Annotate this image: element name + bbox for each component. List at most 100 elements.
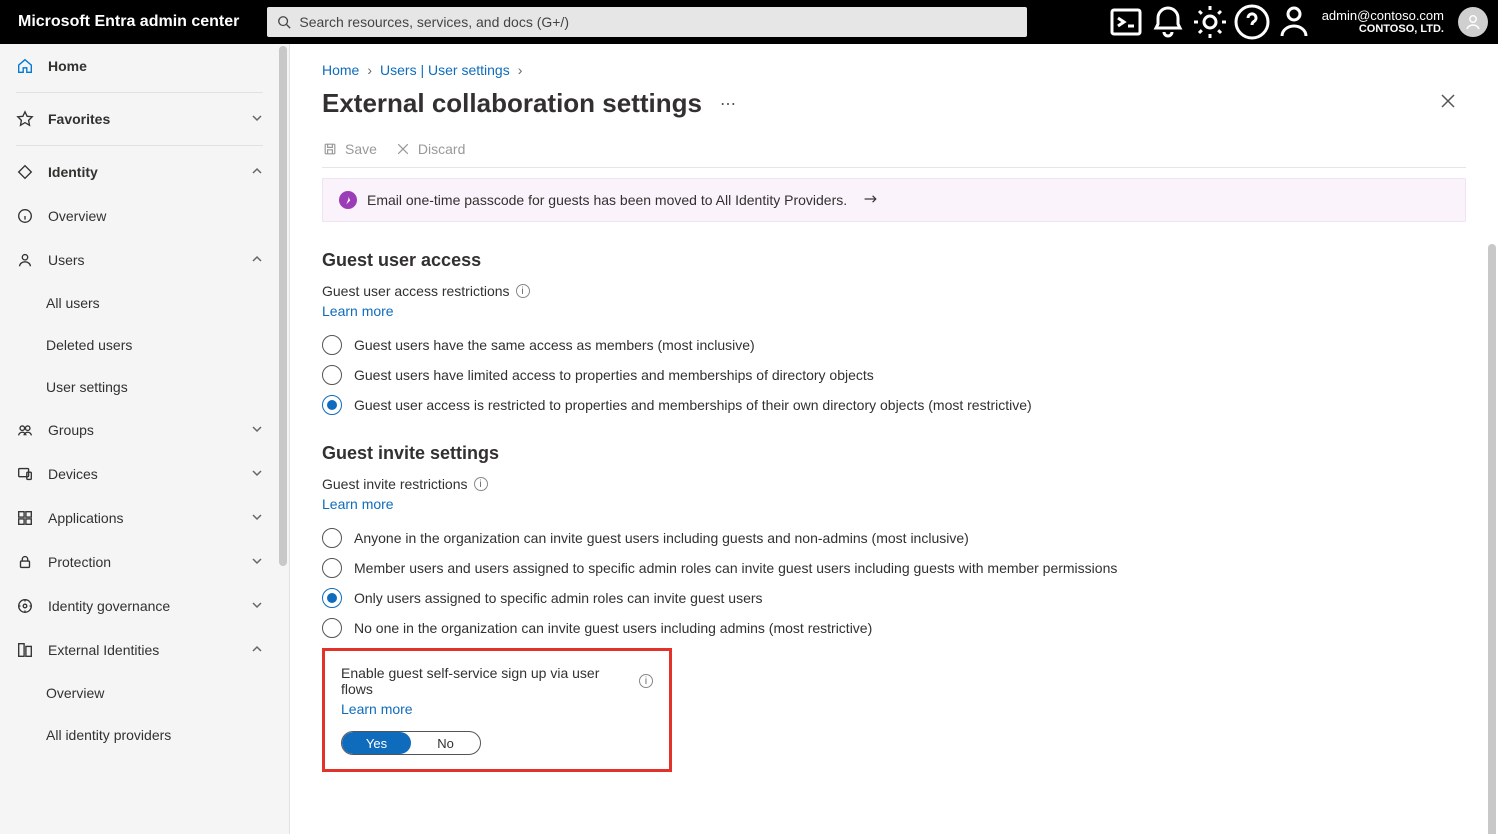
nav-external-identities-label: External Identities bbox=[48, 642, 159, 658]
guest-access-option-0[interactable]: Guest users have the same access as memb… bbox=[322, 335, 1466, 355]
nav-user-settings[interactable]: User settings bbox=[0, 366, 279, 408]
learn-more-link[interactable]: Learn more bbox=[322, 496, 1466, 512]
self-service-label: Enable guest self-service sign up via us… bbox=[341, 665, 653, 697]
guest-invite-radio-group: Anyone in the organization can invite gu… bbox=[322, 528, 1466, 638]
compass-icon bbox=[339, 191, 357, 209]
home-icon bbox=[16, 57, 34, 75]
more-dots-icon[interactable]: ⋯ bbox=[720, 94, 736, 114]
external-icon bbox=[16, 641, 34, 659]
nav-overview-label: Overview bbox=[48, 208, 106, 224]
devices-icon bbox=[16, 465, 34, 483]
info-icon[interactable]: i bbox=[516, 284, 530, 298]
guest-invite-option-0[interactable]: Anyone in the organization can invite gu… bbox=[322, 528, 1466, 548]
close-icon[interactable] bbox=[1440, 93, 1466, 114]
star-icon bbox=[16, 110, 34, 128]
nav-users[interactable]: Users bbox=[0, 238, 279, 282]
avatar[interactable] bbox=[1458, 7, 1488, 37]
nav-favorites[interactable]: Favorites bbox=[0, 97, 279, 141]
guest-access-option-1[interactable]: Guest users have limited access to prope… bbox=[322, 365, 1466, 385]
learn-more-link[interactable]: Learn more bbox=[341, 701, 653, 717]
nav-applications-label: Applications bbox=[48, 510, 124, 526]
nav-external-overview[interactable]: Overview bbox=[0, 672, 279, 714]
page-title: External collaboration settings bbox=[322, 88, 702, 119]
guest-invite-option-3[interactable]: No one in the organization can invite gu… bbox=[322, 618, 1466, 638]
info-icon bbox=[16, 207, 34, 225]
save-label: Save bbox=[345, 141, 377, 157]
header-icons: admin@contoso.com CONTOSO, LTD. bbox=[1106, 0, 1498, 44]
guest-access-option-2[interactable]: Guest user access is restricted to prope… bbox=[322, 395, 1466, 415]
nav-all-users[interactable]: All users bbox=[0, 282, 279, 324]
nav-home[interactable]: Home bbox=[0, 44, 279, 88]
arrow-right-icon[interactable] bbox=[863, 192, 879, 208]
radio-icon[interactable] bbox=[322, 618, 342, 638]
toggle-yes[interactable]: Yes bbox=[342, 732, 411, 754]
scrollbar[interactable] bbox=[1488, 244, 1496, 834]
nav-protection[interactable]: Protection bbox=[0, 540, 279, 584]
governance-icon bbox=[16, 597, 34, 615]
notifications-icon[interactable] bbox=[1148, 0, 1188, 44]
chevron-down-icon bbox=[251, 510, 263, 526]
crumb-users[interactable]: Users | User settings bbox=[380, 62, 510, 78]
radio-icon[interactable] bbox=[322, 395, 342, 415]
chevron-down-icon bbox=[251, 422, 263, 438]
nav-identity[interactable]: Identity bbox=[0, 150, 279, 194]
brand: Microsoft Entra admin center bbox=[18, 13, 239, 31]
radio-label: Anyone in the organization can invite gu… bbox=[354, 530, 969, 546]
chevron-down-icon bbox=[251, 466, 263, 482]
search-placeholder: Search resources, services, and docs (G+… bbox=[299, 14, 569, 30]
info-icon[interactable]: i bbox=[474, 477, 488, 491]
self-service-toggle[interactable]: Yes No bbox=[341, 731, 481, 755]
chevron-down-icon bbox=[251, 554, 263, 570]
nav-devices[interactable]: Devices bbox=[0, 452, 279, 496]
main-content: Home › Users | User settings › External … bbox=[290, 44, 1498, 834]
account-org: CONTOSO, LTD. bbox=[1359, 23, 1444, 35]
scrollbar[interactable] bbox=[279, 46, 287, 566]
settings-gear-icon[interactable] bbox=[1190, 0, 1230, 44]
guest-invite-option-1[interactable]: Member users and users assigned to speci… bbox=[322, 558, 1466, 578]
learn-more-link[interactable]: Learn more bbox=[322, 303, 1466, 319]
guest-invite-option-2[interactable]: Only users assigned to specific admin ro… bbox=[322, 588, 1466, 608]
help-icon[interactable] bbox=[1232, 0, 1272, 44]
discard-button[interactable]: Discard bbox=[395, 141, 465, 157]
guest-access-heading: Guest user access bbox=[322, 250, 1466, 271]
info-icon[interactable]: i bbox=[639, 674, 653, 688]
nav-favorites-label: Favorites bbox=[48, 111, 110, 127]
radio-label: No one in the organization can invite gu… bbox=[354, 620, 872, 636]
search-input[interactable]: Search resources, services, and docs (G+… bbox=[267, 7, 1027, 37]
nav-applications[interactable]: Applications bbox=[0, 496, 279, 540]
search-wrap: Search resources, services, and docs (G+… bbox=[267, 7, 1027, 37]
settings-content: Guest user access Guest user access rest… bbox=[290, 222, 1498, 834]
feedback-icon[interactable] bbox=[1274, 0, 1314, 44]
nav-deleted-users[interactable]: Deleted users bbox=[0, 324, 279, 366]
cloud-shell-icon[interactable] bbox=[1106, 0, 1146, 44]
crumb-home[interactable]: Home bbox=[322, 62, 359, 78]
user-icon bbox=[16, 251, 34, 269]
close-icon bbox=[395, 141, 411, 157]
radio-icon[interactable] bbox=[322, 528, 342, 548]
search-icon bbox=[277, 15, 291, 29]
account-block[interactable]: admin@contoso.com CONTOSO, LTD. bbox=[1316, 9, 1450, 35]
radio-icon[interactable] bbox=[322, 335, 342, 355]
radio-icon[interactable] bbox=[322, 558, 342, 578]
chevron-right-icon: › bbox=[518, 62, 523, 78]
radio-icon[interactable] bbox=[322, 365, 342, 385]
nav-external-identities[interactable]: External Identities bbox=[0, 628, 279, 672]
nav-all-identity-providers[interactable]: All identity providers bbox=[0, 714, 279, 756]
nav-groups[interactable]: Groups bbox=[0, 408, 279, 452]
nav-protection-label: Protection bbox=[48, 554, 111, 570]
divider bbox=[16, 145, 263, 146]
radio-icon[interactable] bbox=[322, 588, 342, 608]
radio-label: Guest users have the same access as memb… bbox=[354, 337, 755, 353]
radio-label: Guest users have limited access to prope… bbox=[354, 367, 874, 383]
nav-overview[interactable]: Overview bbox=[0, 194, 279, 238]
save-button[interactable]: Save bbox=[322, 141, 377, 157]
lock-icon bbox=[16, 553, 34, 571]
toggle-no[interactable]: No bbox=[411, 732, 480, 754]
divider bbox=[16, 92, 263, 93]
guest-invite-heading: Guest invite settings bbox=[322, 443, 1466, 464]
chevron-up-icon bbox=[251, 642, 263, 658]
chevron-down-icon bbox=[251, 111, 263, 127]
nav-identity-governance[interactable]: Identity governance bbox=[0, 584, 279, 628]
nav-users-label: Users bbox=[48, 252, 85, 268]
identity-icon bbox=[16, 163, 34, 181]
